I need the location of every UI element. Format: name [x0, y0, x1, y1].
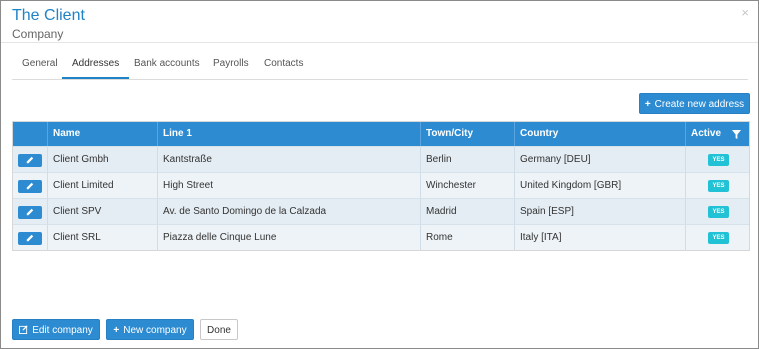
cell-line1: Piazza delle Cinque Lune: [157, 225, 420, 250]
tab-contacts[interactable]: Contacts: [254, 53, 313, 79]
tab-addresses[interactable]: Addresses: [62, 53, 130, 79]
table-row: Client Limited High Street Winchester Un…: [13, 172, 749, 198]
cell-line1: High Street: [157, 173, 420, 198]
edit-company-button[interactable]: Edit company: [12, 319, 100, 340]
edit-cell: [13, 173, 47, 198]
active-badge: YES: [708, 180, 729, 192]
edit-cell: [13, 199, 47, 224]
edit-icon: [19, 325, 28, 334]
column-header-active[interactable]: Active: [685, 122, 749, 146]
company-dialog: The Client Company × General Addresses B…: [0, 0, 759, 349]
table-row: Client SPV Av. de Santo Domingo de la Ca…: [13, 198, 749, 224]
cell-town: Berlin: [420, 147, 514, 172]
cell-country: Germany [DEU]: [514, 147, 685, 172]
create-address-button[interactable]: + Create new address: [639, 93, 750, 114]
cell-town: Madrid: [420, 199, 514, 224]
header-divider: [1, 42, 758, 43]
cell-name: Client SPV: [47, 199, 157, 224]
dialog-header: The Client Company: [12, 7, 758, 43]
edit-row-button[interactable]: [18, 154, 42, 167]
edit-icon: [26, 208, 34, 216]
edit-cell: [13, 225, 47, 250]
dialog-title: The Client: [12, 7, 85, 24]
cell-active: YES: [685, 225, 749, 250]
cell-name: Client Limited: [47, 173, 157, 198]
edit-row-button[interactable]: [18, 180, 42, 193]
edit-row-button[interactable]: [18, 232, 42, 245]
cell-active: YES: [685, 199, 749, 224]
column-header-name[interactable]: Name: [47, 122, 157, 146]
cell-town: Winchester: [420, 173, 514, 198]
plus-icon: +: [644, 99, 651, 110]
create-address-label: Create new address: [654, 99, 745, 110]
cell-line1: Av. de Santo Domingo de la Calzada: [157, 199, 420, 224]
active-badge: YES: [708, 206, 729, 218]
close-icon[interactable]: ×: [741, 6, 749, 20]
table-body: Client Gmbh Kantstraße Berlin Germany [D…: [13, 146, 749, 250]
filter-icon[interactable]: [732, 130, 741, 139]
tab-general[interactable]: General: [12, 53, 68, 79]
column-header-town[interactable]: Town/City: [420, 122, 514, 146]
cell-active: YES: [685, 173, 749, 198]
tab-bar: General Addresses Bank accounts Payrolls…: [12, 53, 748, 80]
plus-icon: +: [113, 325, 120, 336]
tab-payrolls[interactable]: Payrolls: [203, 53, 259, 79]
edit-cell: [13, 147, 47, 172]
addresses-table: Name Line 1 Town/City Country Active Cli…: [12, 121, 750, 251]
done-button[interactable]: Done: [200, 319, 238, 340]
edit-company-label: Edit company: [32, 325, 93, 336]
cell-name: Client SRL: [47, 225, 157, 250]
table-row: Client SRL Piazza delle Cinque Lune Rome…: [13, 224, 749, 250]
cell-country: Italy [ITA]: [514, 225, 685, 250]
new-company-button[interactable]: + New company: [106, 319, 194, 340]
edit-icon: [26, 182, 34, 190]
active-badge: YES: [708, 154, 729, 166]
column-header-country[interactable]: Country: [514, 122, 685, 146]
edit-icon: [26, 156, 34, 164]
cell-country: Spain [ESP]: [514, 199, 685, 224]
edit-icon: [26, 234, 34, 242]
cell-town: Rome: [420, 225, 514, 250]
cell-active: YES: [685, 147, 749, 172]
tab-bank-accounts[interactable]: Bank accounts: [124, 53, 210, 79]
table-header: Name Line 1 Town/City Country Active: [13, 122, 749, 146]
column-header-line1[interactable]: Line 1: [157, 122, 420, 146]
dialog-subtitle: Company: [12, 27, 64, 41]
column-header-edit: [13, 122, 47, 146]
column-header-active-label: Active: [691, 128, 722, 139]
active-badge: YES: [708, 232, 729, 244]
new-company-label: New company: [123, 325, 187, 336]
cell-name: Client Gmbh: [47, 147, 157, 172]
table-row: Client Gmbh Kantstraße Berlin Germany [D…: [13, 146, 749, 172]
cell-line1: Kantstraße: [157, 147, 420, 172]
cell-country: United Kingdom [GBR]: [514, 173, 685, 198]
edit-row-button[interactable]: [18, 206, 42, 219]
